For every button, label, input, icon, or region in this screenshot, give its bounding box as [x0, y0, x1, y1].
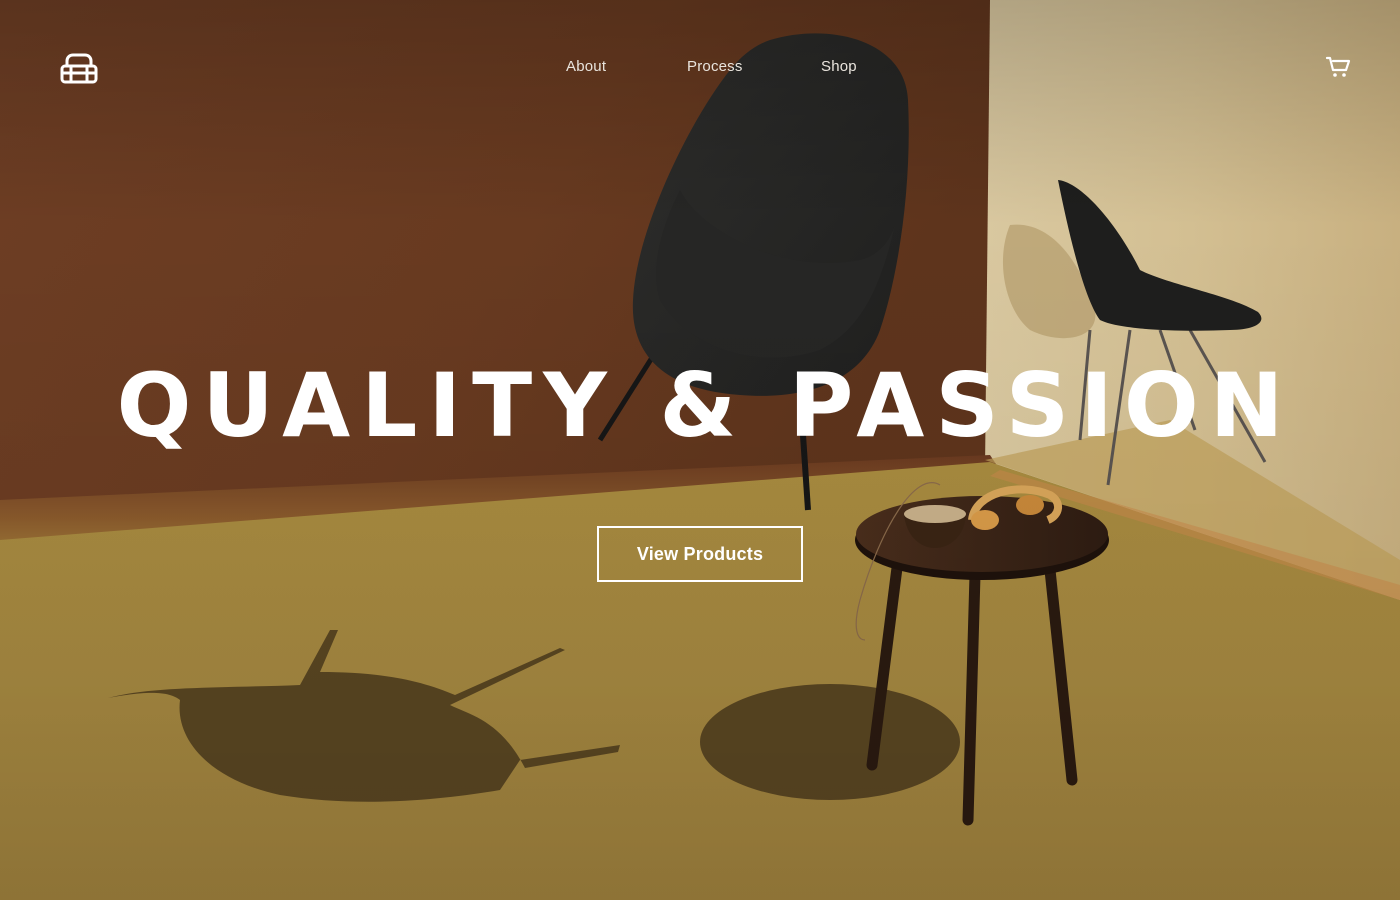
nav-link-shop[interactable]: Shop	[821, 58, 857, 75]
nav-links: About Process Shop	[0, 58, 1400, 78]
nav-link-about[interactable]: About	[566, 58, 606, 75]
hero-section: About Process Shop QUALITY & PASSION Vie…	[0, 0, 1400, 900]
cart-icon[interactable]	[1325, 55, 1351, 79]
top-navbar: About Process Shop	[0, 0, 1400, 130]
view-products-button[interactable]: View Products	[597, 526, 803, 582]
hero-headline: QUALITY & PASSION	[116, 354, 1295, 457]
nav-link-process[interactable]: Process	[687, 58, 743, 75]
